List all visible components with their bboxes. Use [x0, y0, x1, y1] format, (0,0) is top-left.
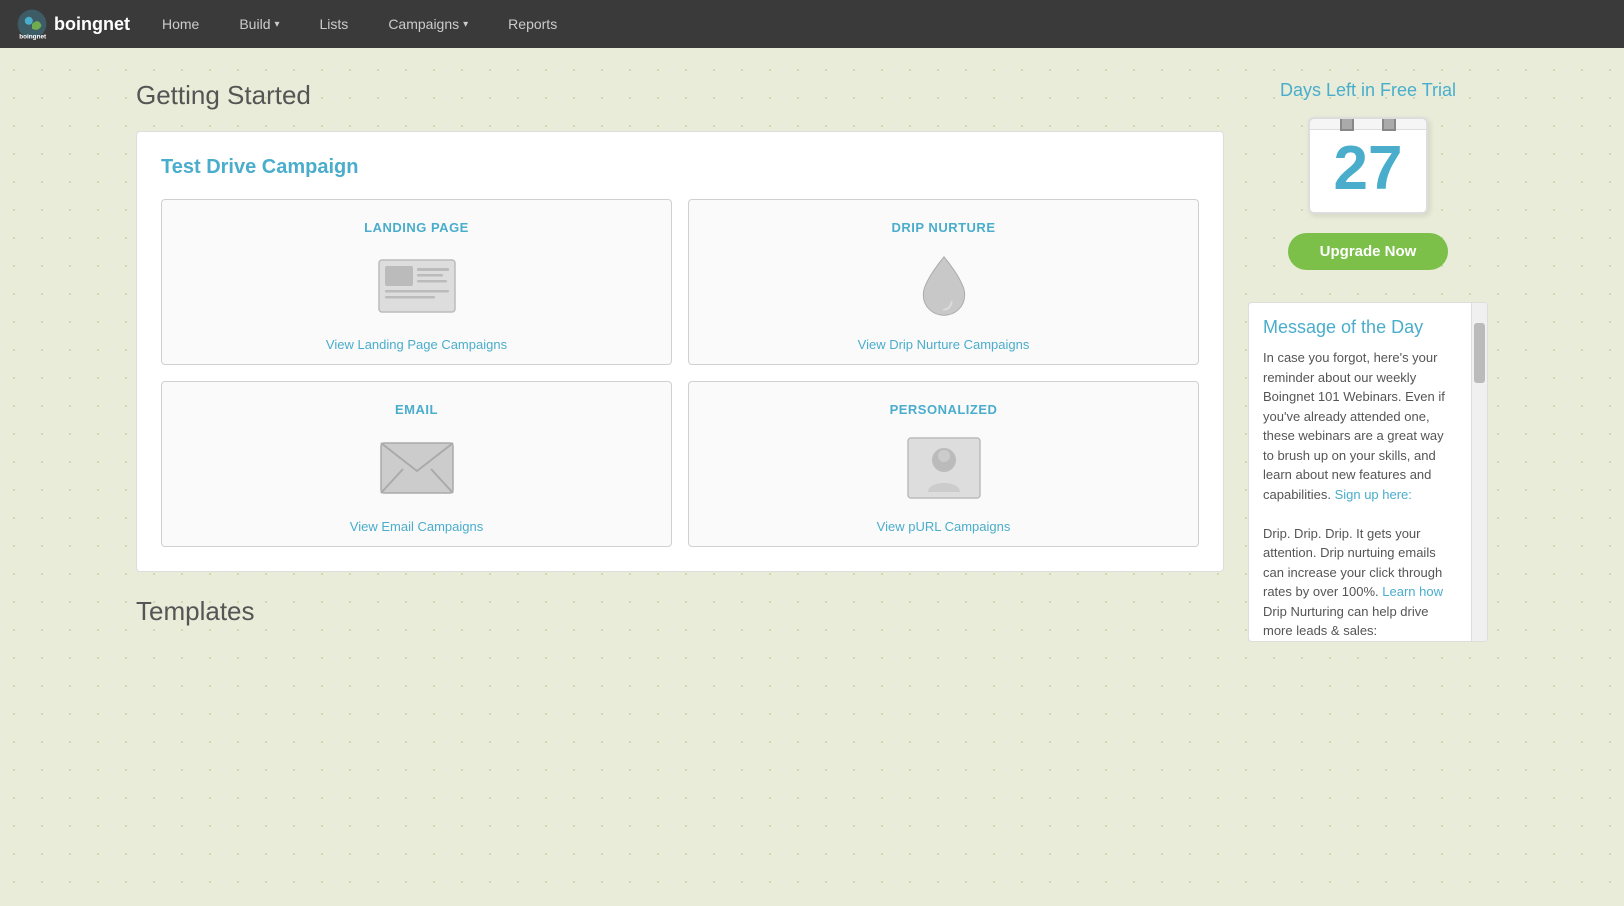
view-email-link[interactable]: View Email Campaigns	[350, 519, 483, 534]
logo-text: boingnet	[54, 14, 130, 35]
motd-content: In case you forgot, here's your reminder…	[1263, 348, 1473, 642]
landing-page-icon	[377, 251, 457, 321]
landing-page-label: LANDING PAGE	[364, 220, 469, 235]
test-drive-title: Test Drive Campaign	[161, 156, 1199, 179]
view-landing-page-link[interactable]: View Landing Page Campaigns	[326, 337, 507, 352]
getting-started-card: Test Drive Campaign LANDING PAGE	[136, 131, 1224, 572]
motd-widget: Message of the Day In case you forgot, h…	[1248, 302, 1488, 642]
drip-nurture-icon	[904, 251, 984, 321]
calendar-ring-right	[1382, 117, 1396, 131]
logo-icon: boingnet	[16, 8, 48, 40]
email-tile[interactable]: EMAIL View Email Campaigns	[161, 381, 672, 547]
nav-home[interactable]: Home	[154, 12, 207, 36]
drip-nurture-label: DRIP NURTURE	[892, 220, 996, 235]
purl-icon	[904, 433, 984, 503]
campaign-grid: LANDING PAGE View Landing Page Campai	[161, 199, 1199, 547]
nav-campaigns[interactable]: Campaigns	[380, 12, 476, 36]
calendar-widget: 27	[1308, 117, 1428, 214]
main-area: Getting Started Test Drive Campaign LAND…	[136, 80, 1224, 642]
landing-page-tile[interactable]: LANDING PAGE View Landing Page Campai	[161, 199, 672, 365]
free-trial-widget: Days Left in Free Trial 27 Upgrade Now	[1248, 80, 1488, 270]
nav-lists[interactable]: Lists	[312, 12, 357, 36]
learn-how-link[interactable]: Learn how	[1382, 584, 1443, 599]
email-label: EMAIL	[395, 402, 438, 417]
view-drip-nurture-link[interactable]: View Drip Nurture Campaigns	[858, 337, 1030, 352]
logo[interactable]: boingnet boingnet	[16, 8, 130, 40]
motd-scrollbar[interactable]	[1471, 303, 1487, 641]
sign-up-link[interactable]: Sign up here:	[1335, 487, 1412, 502]
page-title: Getting Started	[136, 80, 1224, 111]
motd-scroll-thumb	[1474, 323, 1485, 383]
svg-text:boingnet: boingnet	[19, 33, 47, 40]
motd-paragraph-1: In case you forgot, here's your reminder…	[1263, 348, 1455, 504]
drip-nurture-svg	[916, 253, 972, 319]
motd-paragraph-2: Drip. Drip. Drip. It gets your attention…	[1263, 524, 1455, 641]
view-purl-link[interactable]: View pURL Campaigns	[877, 519, 1011, 534]
days-remaining: 27	[1310, 129, 1426, 212]
upgrade-now-button[interactable]: Upgrade Now	[1288, 233, 1448, 270]
drip-nurture-tile[interactable]: DRIP NURTURE View Drip Nurture Campaigns	[688, 199, 1199, 365]
nav-reports[interactable]: Reports	[500, 12, 565, 36]
templates-title: Templates	[136, 596, 1224, 627]
purl-label: PERSONALIZED	[890, 402, 998, 417]
nav-build[interactable]: Build	[231, 12, 287, 36]
free-trial-title: Days Left in Free Trial	[1248, 80, 1488, 101]
calendar-ring-left	[1340, 117, 1354, 131]
purl-svg	[906, 436, 982, 500]
main-nav: boingnet boingnet Home Build Lists Campa…	[0, 0, 1624, 48]
purl-tile[interactable]: PERSONALIZED View pURL Campaigns	[688, 381, 1199, 547]
email-svg	[379, 439, 455, 497]
email-icon	[377, 433, 457, 503]
landing-page-svg	[377, 254, 457, 318]
right-sidebar: Days Left in Free Trial 27 Upgrade Now M…	[1248, 80, 1488, 642]
motd-title: Message of the Day	[1263, 317, 1473, 338]
calendar-rings	[1310, 117, 1426, 131]
